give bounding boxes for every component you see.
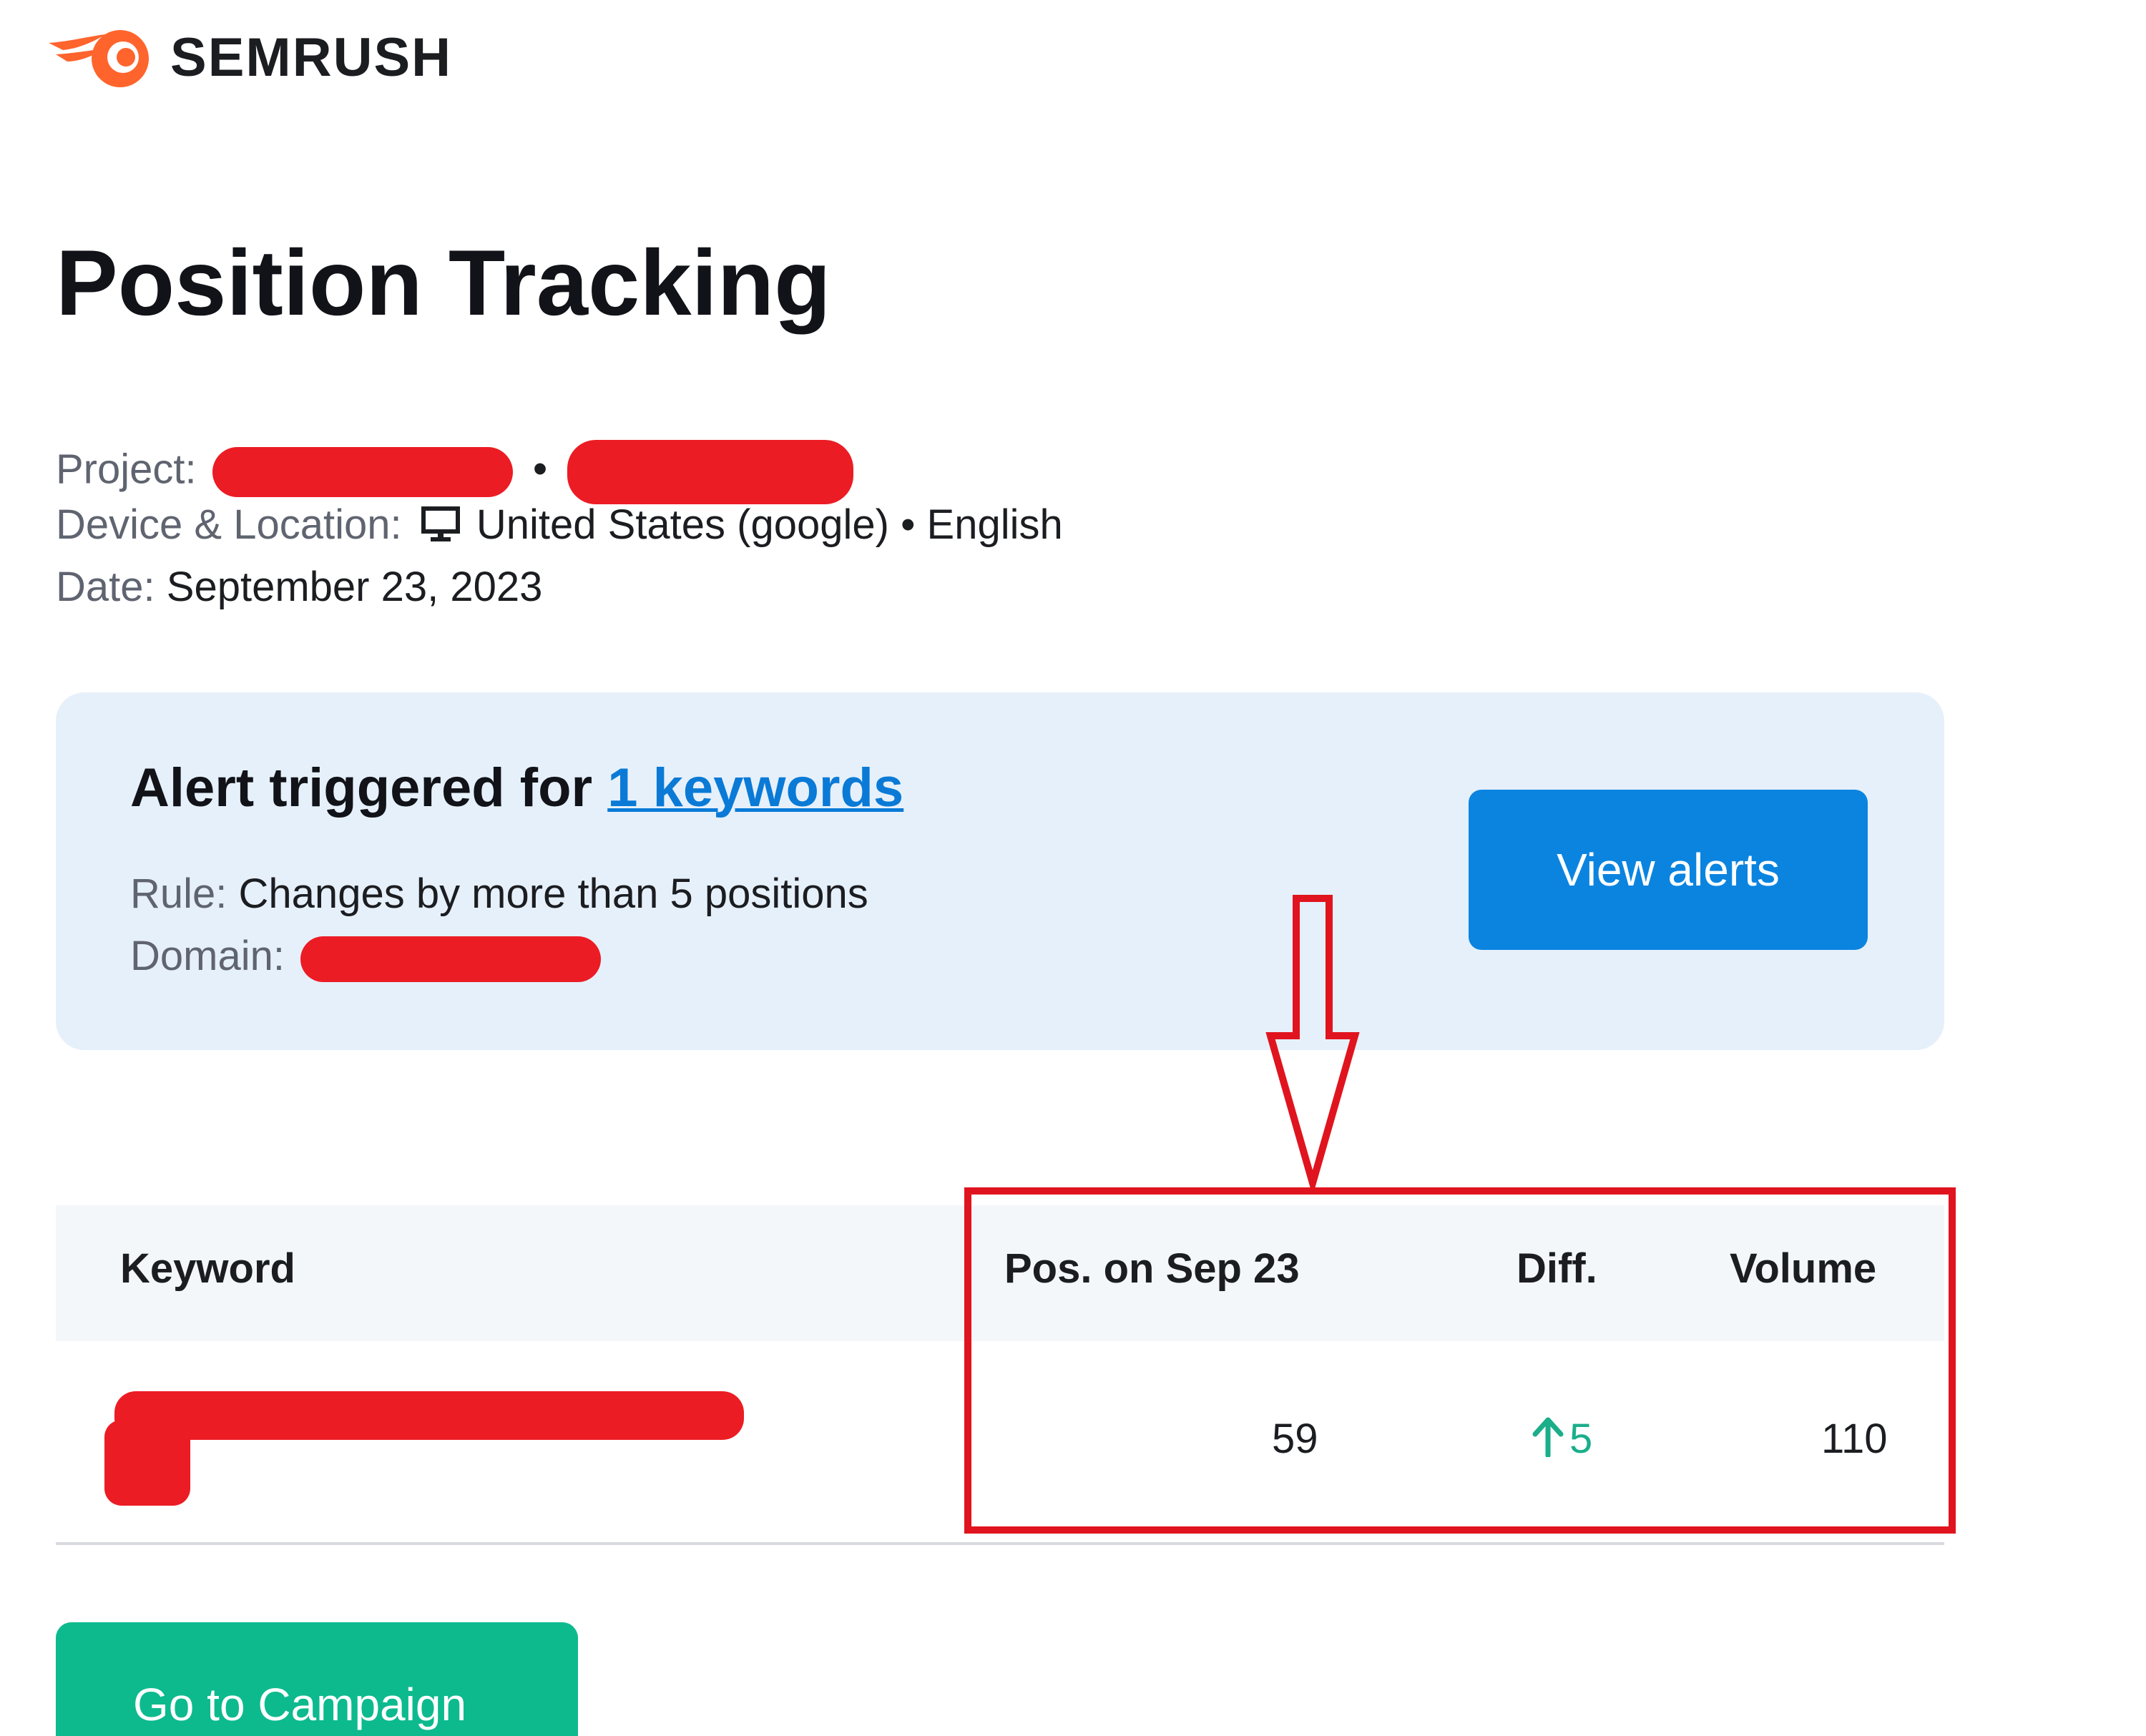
monitor-icon xyxy=(421,506,460,541)
domain-line: Domain: xyxy=(130,932,602,982)
page-title: Position Tracking xyxy=(56,230,831,335)
device-location-line: Device & Location: United States (google… xyxy=(56,504,1063,546)
date-value: September 23, 2023 xyxy=(166,564,543,610)
redacted-keyword-second-line xyxy=(104,1420,190,1506)
annotation-highlight-box xyxy=(964,1187,1956,1534)
date-label: Date: xyxy=(56,564,155,610)
email-page: SEMRUSH Position Tracking Project: • Dev… xyxy=(0,0,2146,1736)
project-label: Project: xyxy=(56,446,197,493)
semrush-flame-logo-icon xyxy=(49,30,149,87)
redacted-project-name[interactable] xyxy=(212,447,513,497)
alert-box: Alert triggered for 1 keywords Rule: Cha… xyxy=(56,692,1944,1050)
brand-name: SEMRUSH xyxy=(170,26,453,88)
rule-label: Rule: xyxy=(130,871,227,917)
alert-title-prefix: Alert triggered for xyxy=(130,757,608,818)
project-line: Project: • xyxy=(56,440,854,504)
column-header-keyword: Keyword xyxy=(120,1245,295,1292)
annotation-down-arrow-icon xyxy=(1265,895,1360,1195)
row-divider xyxy=(56,1542,1944,1545)
device-value: United States (google) • English xyxy=(476,501,1063,548)
domain-label: Domain: xyxy=(130,933,285,979)
keywords-link[interactable]: 1 keywords xyxy=(607,757,903,818)
redacted-keyword[interactable] xyxy=(114,1391,744,1440)
semrush-logo[interactable]: SEMRUSH xyxy=(49,21,452,93)
redacted-domain xyxy=(300,936,602,982)
date-line: Date: September 23, 2023 xyxy=(56,567,542,608)
device-label: Device & Location: xyxy=(56,501,402,548)
redacted-project-domain[interactable] xyxy=(567,440,854,504)
rule-line: Rule: Changes by more than 5 positions xyxy=(130,870,868,918)
go-to-campaign-button[interactable]: Go to Campaign xyxy=(56,1622,578,1736)
separator-dot: • xyxy=(532,446,548,493)
alert-title: Alert triggered for 1 keywords xyxy=(130,757,903,819)
view-alerts-button[interactable]: View alerts xyxy=(1469,790,1868,950)
rule-value: Changes by more than 5 positions xyxy=(238,871,868,917)
